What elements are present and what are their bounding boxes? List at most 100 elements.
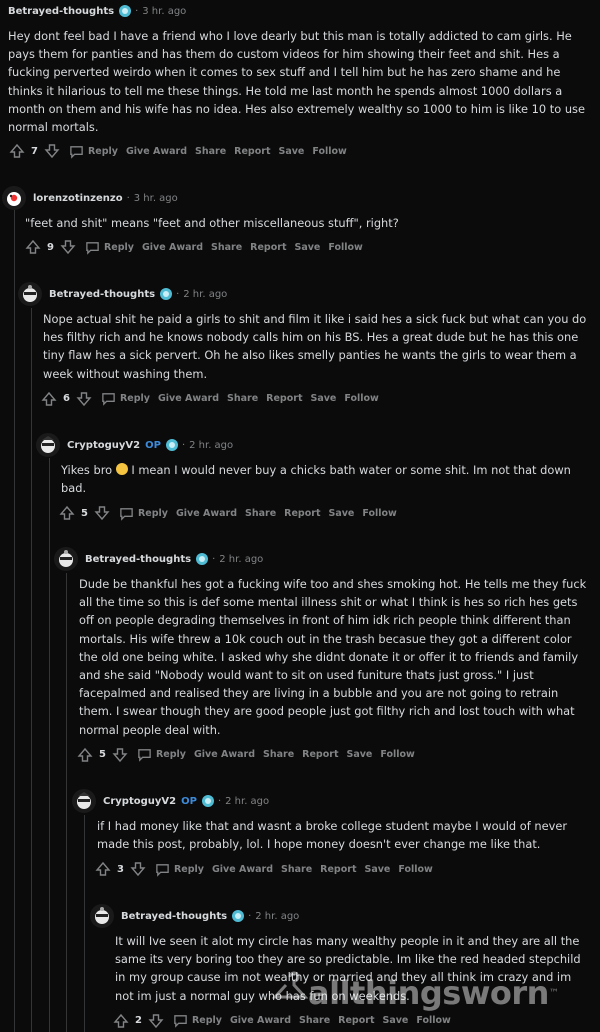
- downvote-icon[interactable]: [43, 142, 61, 160]
- upvote-icon[interactable]: [40, 390, 58, 408]
- avatar[interactable]: [54, 547, 78, 571]
- comment-actions: 2 Reply Give Award Share Report Save Fol…: [112, 1010, 600, 1032]
- downvote-icon[interactable]: [59, 238, 77, 256]
- report-button[interactable]: Report: [234, 146, 270, 157]
- upvote-icon[interactable]: [8, 142, 26, 160]
- report-button[interactable]: Report: [266, 393, 302, 404]
- timestamp: 3 hr. ago: [133, 192, 178, 204]
- reply-button[interactable]: Reply: [69, 144, 118, 159]
- username[interactable]: CryptoguyV2: [67, 440, 140, 451]
- comment-header: Betrayed-thoughts · 2 hr. ago: [18, 282, 600, 306]
- share-button[interactable]: Share: [263, 749, 294, 760]
- vote-score: 9: [47, 241, 54, 253]
- upvote-icon[interactable]: [58, 504, 76, 522]
- separator-dot: ·: [181, 439, 186, 451]
- username[interactable]: lorenzotinzenzo: [33, 193, 123, 204]
- username[interactable]: CryptoguyV2: [103, 796, 176, 807]
- give-award-button[interactable]: Give Award: [194, 749, 255, 760]
- give-award-button[interactable]: Give Award: [142, 242, 203, 253]
- share-button[interactable]: Share: [195, 146, 226, 157]
- comment-actions: 5 Reply Give Award Share Report Save Fol…: [58, 502, 600, 524]
- upvote-icon[interactable]: [76, 746, 94, 764]
- vote-score: 5: [99, 749, 106, 761]
- save-button[interactable]: Save: [310, 393, 336, 404]
- follow-button[interactable]: Follow: [328, 242, 362, 253]
- report-button[interactable]: Report: [250, 242, 286, 253]
- flair-icon: [232, 910, 245, 922]
- follow-button[interactable]: Follow: [416, 1015, 450, 1026]
- report-button[interactable]: Report: [284, 508, 320, 519]
- separator-dot: ·: [135, 5, 139, 17]
- save-button[interactable]: Save: [294, 242, 320, 253]
- reply-label: Reply: [173, 863, 204, 875]
- username[interactable]: Betrayed-thoughts: [49, 289, 155, 300]
- follow-button[interactable]: Follow: [380, 749, 414, 760]
- reply-button[interactable]: Reply: [119, 506, 168, 521]
- avatar[interactable]: [72, 789, 96, 813]
- downvote-icon[interactable]: [75, 390, 93, 408]
- share-button[interactable]: Share: [211, 242, 242, 253]
- comment-header: CryptoguyV2 OP · 2 hr. ago: [72, 789, 600, 813]
- downvote-icon[interactable]: [111, 746, 129, 764]
- follow-button[interactable]: Follow: [312, 146, 346, 157]
- comment-body: Hey dont feel bad I have a friend who I …: [8, 29, 585, 135]
- avatar[interactable]: [18, 282, 42, 306]
- comment-header: Betrayed-thoughts · 3 hr. ago: [8, 0, 600, 22]
- give-award-button[interactable]: Give Award: [176, 508, 237, 519]
- reply-icon: [86, 241, 99, 255]
- upvote-icon[interactable]: [94, 860, 112, 878]
- comment: CryptoguyV2 OP · 2 hr. ago Yikes bro I m…: [36, 433, 600, 524]
- comment: lorenzotinzenzo · 3 hr. ago "feet and sh…: [2, 186, 600, 258]
- upvote-icon[interactable]: [24, 238, 42, 256]
- save-button[interactable]: Save: [346, 749, 372, 760]
- reply-button[interactable]: Reply: [155, 862, 204, 877]
- comment: CryptoguyV2 OP · 2 hr. ago if I had mone…: [72, 789, 600, 880]
- share-button[interactable]: Share: [299, 1015, 330, 1026]
- save-button[interactable]: Save: [278, 146, 304, 157]
- report-button[interactable]: Report: [338, 1015, 374, 1026]
- report-button[interactable]: Report: [302, 749, 338, 760]
- save-button[interactable]: Save: [364, 864, 390, 875]
- reply-button[interactable]: Reply: [137, 747, 186, 763]
- timestamp: 3 hr. ago: [142, 5, 187, 17]
- give-award-button[interactable]: Give Award: [212, 864, 273, 875]
- reply-button[interactable]: Reply: [85, 240, 134, 255]
- give-award-button[interactable]: Give Award: [126, 146, 187, 157]
- share-button[interactable]: Share: [227, 393, 258, 404]
- vote-score: 2: [135, 1015, 142, 1027]
- comment-text: I mean I would never buy a chicks bath w…: [61, 463, 571, 496]
- reply-icon: [120, 508, 133, 521]
- share-button[interactable]: Share: [245, 508, 276, 519]
- username[interactable]: Betrayed-thoughts: [8, 6, 114, 17]
- flair-icon: [119, 5, 132, 17]
- downvote-icon[interactable]: [93, 504, 111, 522]
- follow-button[interactable]: Follow: [344, 393, 378, 404]
- give-award-button[interactable]: Give Award: [230, 1015, 291, 1026]
- comment-header: lorenzotinzenzo · 3 hr. ago: [2, 186, 600, 210]
- avatar[interactable]: [90, 904, 114, 928]
- downvote-icon[interactable]: [147, 1012, 165, 1030]
- comment: Betrayed-thoughts · 3 hr. ago Hey dont f…: [8, 0, 600, 162]
- separator-dot: ·: [212, 553, 216, 565]
- comment-body: Yikes bro I mean I would never buy a chi…: [61, 461, 581, 497]
- give-award-button[interactable]: Give Award: [158, 393, 219, 404]
- flair-icon: [201, 795, 214, 807]
- report-button[interactable]: Report: [320, 864, 356, 875]
- avatar[interactable]: [36, 433, 60, 457]
- username[interactable]: Betrayed-thoughts: [85, 554, 191, 565]
- save-button[interactable]: Save: [328, 508, 354, 519]
- flair-icon: [160, 288, 173, 300]
- avatar[interactable]: [2, 186, 26, 210]
- upvote-icon[interactable]: [112, 1012, 130, 1030]
- reply-button[interactable]: Reply: [173, 1013, 222, 1029]
- comment-text: Yikes bro: [61, 463, 116, 477]
- save-button[interactable]: Save: [382, 1015, 408, 1026]
- follow-button[interactable]: Follow: [398, 864, 432, 875]
- follow-button[interactable]: Follow: [362, 508, 396, 519]
- reply-button[interactable]: Reply: [101, 391, 150, 407]
- timestamp: 2 hr. ago: [189, 439, 234, 451]
- share-button[interactable]: Share: [281, 864, 312, 875]
- downvote-icon[interactable]: [129, 860, 147, 878]
- reply-label: Reply: [103, 241, 134, 253]
- username[interactable]: Betrayed-thoughts: [121, 911, 227, 922]
